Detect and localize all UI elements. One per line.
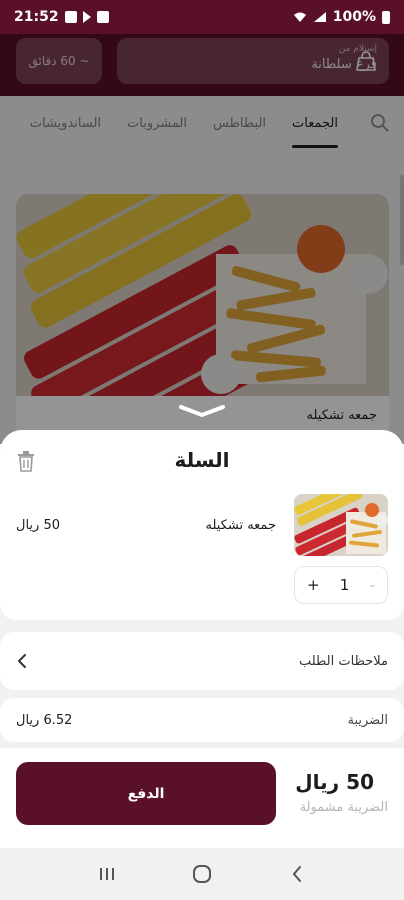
wifi-icon xyxy=(293,12,306,22)
quantity-stepper: + 1 - xyxy=(294,566,388,604)
tax-value: 6.52 ريال xyxy=(16,712,73,728)
signal-icon xyxy=(313,12,326,22)
decrease-quantity-button[interactable]: - xyxy=(370,576,375,594)
modal-backdrop[interactable] xyxy=(0,34,404,444)
tax-row: 6.52 ريال الضريبة xyxy=(0,698,404,742)
play-store-icon xyxy=(82,11,91,23)
battery-icon xyxy=(382,10,390,24)
system-navigation-bar xyxy=(0,848,404,900)
pay-button[interactable]: الدفع xyxy=(16,762,276,825)
tax-label: الضريبة xyxy=(347,712,388,728)
chevron-left-icon xyxy=(18,654,26,668)
cart-title: السلة xyxy=(174,448,230,472)
android-icon xyxy=(96,11,109,23)
battery-percent: 100% xyxy=(332,9,376,25)
order-notes-row[interactable]: ملاحظات الطلب xyxy=(0,632,404,690)
checkout-bar: الدفع 50 ريال الضريبة مشمولة xyxy=(0,748,404,848)
status-right: 100% xyxy=(293,9,390,25)
quantity-value: 1 xyxy=(339,576,350,594)
cart-item-name: جمعه تشكيله xyxy=(205,518,276,533)
order-notes-label: ملاحظات الطلب xyxy=(298,653,388,669)
trash-icon[interactable] xyxy=(16,450,36,472)
chevron-down-icon[interactable] xyxy=(178,404,226,418)
recent-apps-icon[interactable] xyxy=(95,862,119,886)
cart-item-image xyxy=(294,494,388,556)
home-icon[interactable] xyxy=(190,862,214,886)
tax-included-note: الضريبة مشمولة xyxy=(299,800,388,815)
back-icon[interactable] xyxy=(285,862,309,886)
cart-sheet: السلة جمعه تشكيله 50 ريال + 1 - xyxy=(0,430,404,620)
status-time: 21:52 xyxy=(14,9,59,25)
increase-quantity-button[interactable]: + xyxy=(307,576,320,594)
status-left: 21:52 xyxy=(14,9,109,25)
status-bar: 21:52 100% xyxy=(0,0,404,34)
order-total: 50 ريال xyxy=(295,770,374,794)
cart-item-price: 50 ريال xyxy=(16,518,60,533)
notification-icon xyxy=(64,11,77,23)
